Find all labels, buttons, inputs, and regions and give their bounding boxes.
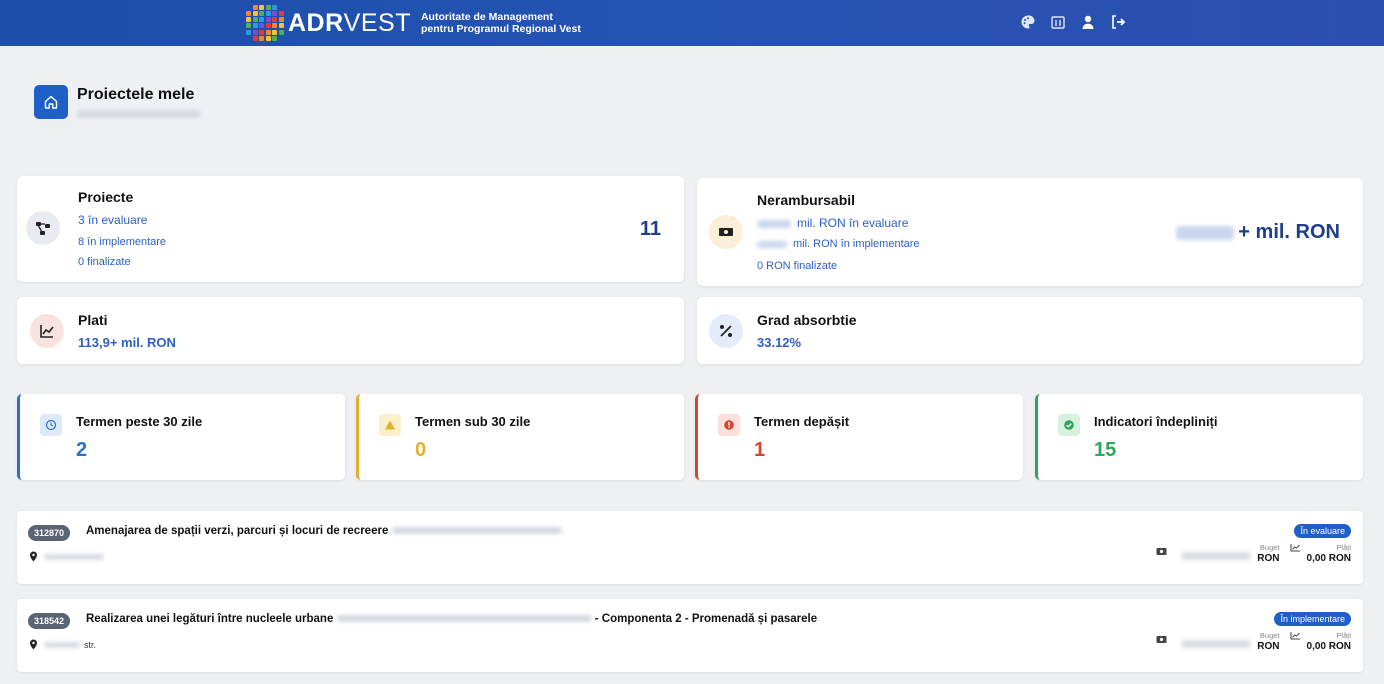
- warning-icon: [379, 414, 401, 436]
- project-id-badge: 318542: [28, 613, 71, 629]
- buget-column: Buget RON: [1257, 631, 1280, 652]
- card-grad-absorbtie[interactable]: Grad absorbtie 33.12%: [697, 297, 1363, 364]
- card-title: Proiecte: [78, 189, 134, 205]
- project-title[interactable]: Realizarea unei legături între nucleele …: [86, 613, 817, 625]
- project-row[interactable]: 312870 Amenajarea de spații verzi, parcu…: [17, 511, 1363, 584]
- map-marker-icon: [30, 639, 37, 650]
- deadline-value: 15: [1094, 439, 1117, 461]
- chart-line-icon: [30, 314, 64, 348]
- project-diagram-icon: [26, 211, 60, 245]
- map-marker-icon: [30, 551, 37, 562]
- brand-subtitle: Autoritate de Management pentru Programu…: [420, 11, 581, 35]
- page-header: Proiectele mele: [34, 85, 201, 119]
- deadline-label: Termen depășit: [754, 414, 850, 429]
- top-bar: ADRVEST Autoritate de Management pentru …: [0, 0, 1384, 46]
- nerambursabil-total: + mil. RON: [1176, 221, 1340, 244]
- money-bill-icon: [709, 215, 743, 249]
- header-actions: [1020, 14, 1126, 30]
- project-title[interactable]: Amenajarea de spații verzi, parcuri și l…: [86, 525, 562, 537]
- page-title: Proiectele mele: [77, 86, 195, 103]
- brand[interactable]: ADRVEST Autoritate de Management pentru …: [246, 5, 581, 41]
- nerambursabil-finalizate-link[interactable]: 0 RON finalizate: [757, 260, 837, 272]
- project-finance: Buget RON Plăți 0,00 RON: [1156, 543, 1351, 564]
- card-nerambursabil[interactable]: Nerambursabil mil. RON în evaluare mil. …: [697, 178, 1363, 286]
- money-bill-icon: [1156, 636, 1167, 643]
- logout-icon[interactable]: [1110, 14, 1126, 30]
- deadline-value: 0: [415, 439, 427, 461]
- money-bill-icon: [1156, 548, 1167, 555]
- deadline-card-under-30[interactable]: Termen sub 30 zile 0: [356, 394, 684, 480]
- plati-value[interactable]: 113,9+ mil. RON: [78, 335, 176, 350]
- nerambursabil-implementare-link[interactable]: mil. RON în implementare: [757, 238, 920, 250]
- project-location: [29, 551, 104, 562]
- deadline-card-overdue[interactable]: Termen depășit 1: [695, 394, 1023, 480]
- page-subtitle-redacted: [77, 110, 201, 118]
- palette-icon[interactable]: [1020, 14, 1036, 30]
- chart-line-icon: [1290, 544, 1300, 552]
- deadline-label: Termen sub 30 zile: [415, 414, 531, 429]
- deadline-value: 1: [754, 439, 766, 461]
- proiecte-implementare-link[interactable]: 8 în implementare: [78, 236, 166, 248]
- proiecte-total: 11: [639, 218, 661, 240]
- buget-column: Buget RON: [1257, 543, 1280, 564]
- card-title: Grad absorbtie: [757, 312, 857, 328]
- deadline-card-indicators[interactable]: Indicatori îndepliniți 15: [1035, 394, 1363, 480]
- check-circle-icon: [1058, 414, 1080, 436]
- user-icon[interactable]: [1080, 14, 1096, 30]
- deadline-card-over-30[interactable]: Termen peste 30 zile 2: [17, 394, 345, 480]
- project-status-badge: În evaluare: [1294, 524, 1351, 538]
- card-plati[interactable]: Plati 113,9+ mil. RON: [17, 297, 684, 364]
- project-finance: Buget RON Plăți 0,00 RON: [1156, 631, 1351, 652]
- project-row[interactable]: 318542 Realizarea unei legături între nu…: [17, 599, 1363, 672]
- grad-absorbtie-value: 33.12%: [757, 335, 802, 350]
- card-title: Nerambursabil: [757, 192, 856, 208]
- project-id-badge: 312870: [28, 525, 71, 541]
- brand-name: ADRVEST: [288, 8, 411, 37]
- percent-icon: [709, 314, 743, 348]
- nerambursabil-evaluare-link[interactable]: mil. RON în evaluare: [757, 216, 908, 230]
- plati-column: Plăți 0,00 RON: [1306, 631, 1351, 652]
- proiecte-finalizate-link[interactable]: 0 finalizate: [78, 256, 131, 268]
- project-status-badge: În implementare: [1274, 612, 1351, 626]
- calendar-icon[interactable]: [1050, 14, 1066, 30]
- deadline-label: Indicatori îndepliniți: [1094, 414, 1218, 429]
- deadline-value: 2: [76, 439, 88, 461]
- project-location: str.: [29, 639, 96, 650]
- clock-icon: [40, 414, 62, 436]
- alert-circle-icon: [718, 414, 740, 436]
- chart-line-icon: [1290, 632, 1300, 640]
- home-icon: [44, 95, 58, 109]
- home-button[interactable]: [34, 85, 68, 119]
- logo-icon: [246, 5, 284, 41]
- proiecte-evaluare-link[interactable]: 3 în evaluare: [78, 213, 147, 227]
- plati-column: Plăți 0,00 RON: [1306, 543, 1351, 564]
- deadline-label: Termen peste 30 zile: [76, 414, 203, 429]
- card-title: Plati: [78, 312, 108, 328]
- card-proiecte[interactable]: Proiecte 3 în evaluare 8 în implementare…: [17, 176, 684, 282]
